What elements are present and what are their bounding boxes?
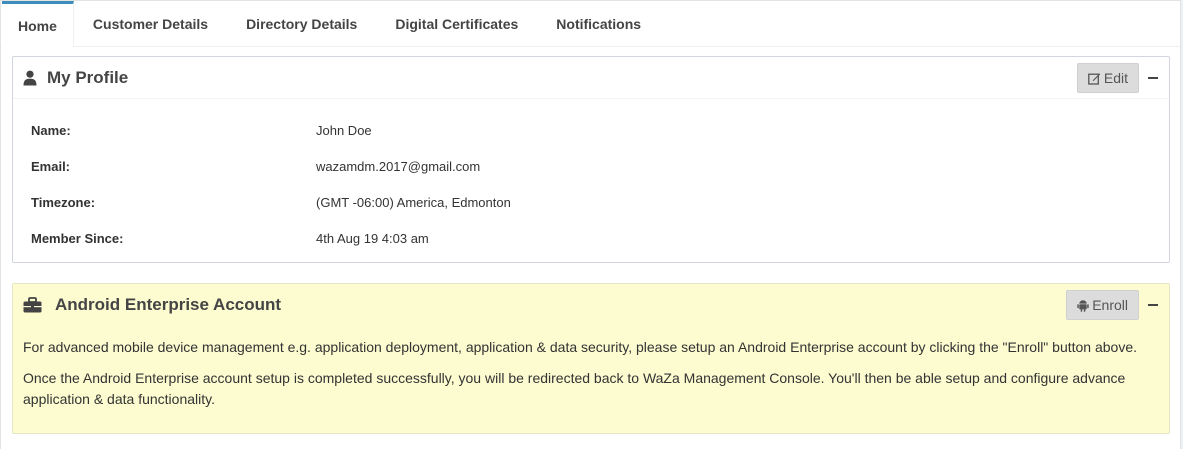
field-label: Name: [31,122,71,138]
profile-box-header: My Profile Edit [13,57,1169,99]
field-label: Timezone: [31,194,96,210]
briefcase-icon [23,296,43,313]
profile-row-member-since: Member Since: 4th Aug 19 4:03 am [13,220,1169,256]
profile-title: My Profile [47,67,129,87]
android-description: For advanced mobile device management e.… [13,325,1169,410]
edit-button[interactable]: Edit [1076,63,1139,93]
field-value: John Doe [316,122,372,138]
minus-icon [1148,304,1158,306]
main-panel: Home Customer Details Directory Details … [0,0,1181,449]
tab-notifications[interactable]: Notifications [537,1,660,46]
tab-directory-details[interactable]: Directory Details [227,1,376,46]
profile-collapse-button[interactable] [1147,67,1159,89]
android-box-tools: Enroll [1066,290,1159,320]
android-enterprise-box: Android Enterprise Account Enroll For ad… [12,283,1170,434]
user-icon [23,70,39,86]
profile-fields: Name: John Doe Email: wazamdm.2017@gmail… [13,99,1169,256]
profile-row-email: Email: wazamdm.2017@gmail.com [13,148,1169,184]
field-value: 4th Aug 19 4:03 am [316,230,429,246]
field-value: (GMT -06:00) America, Edmonton [316,194,511,210]
edit-button-label: Edit [1103,70,1128,86]
profile-box: My Profile Edit Name: John Doe Email: wa… [12,56,1170,263]
field-value: wazamdm.2017@gmail.com [316,158,481,174]
profile-box-tools: Edit [1076,63,1159,93]
enroll-button[interactable]: Enroll [1066,290,1139,320]
tab-customer-details[interactable]: Customer Details [74,1,227,46]
enroll-button-label: Enroll [1092,297,1128,313]
profile-row-timezone: Timezone: (GMT -06:00) America, Edmonton [13,184,1169,220]
tab-digital-certificates[interactable]: Digital Certificates [376,1,537,46]
field-label: Member Since: [31,230,124,246]
android-title: Android Enterprise Account [55,294,282,314]
edit-icon [1088,73,1101,85]
tab-home[interactable]: Home [2,1,74,47]
profile-row-name: Name: John Doe [13,112,1169,148]
android-box-header: Android Enterprise Account Enroll [13,284,1169,325]
android-paragraph-2: Once the Android Enterprise account setu… [23,370,1126,407]
field-label: Email: [31,158,71,174]
android-paragraph-1: For advanced mobile device management e.… [23,339,1138,355]
android-icon [1077,299,1089,312]
android-collapse-button[interactable] [1147,294,1159,316]
minus-icon [1148,77,1158,79]
tab-bar: Home Customer Details Directory Details … [1,1,1180,47]
